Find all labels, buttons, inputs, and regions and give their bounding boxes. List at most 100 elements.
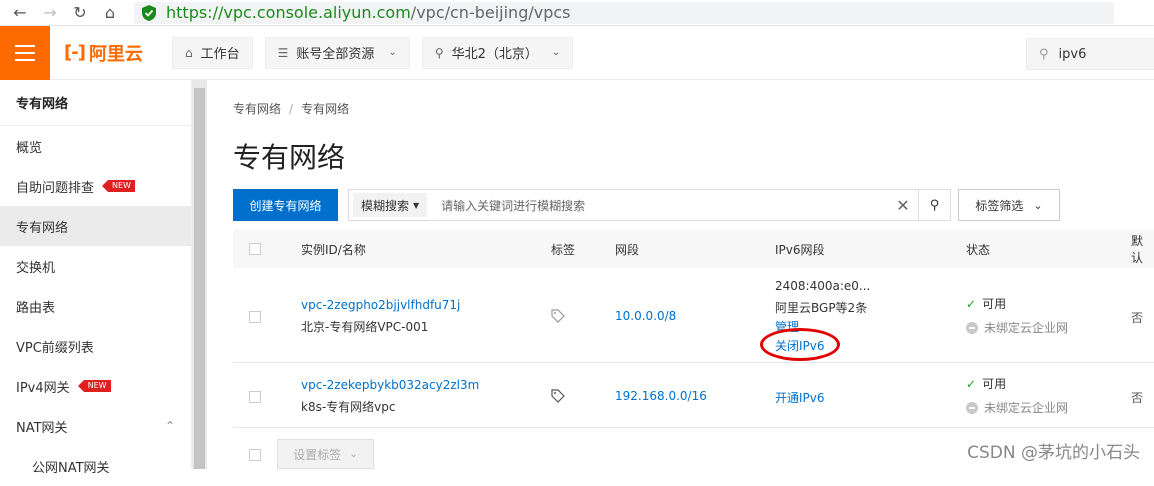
sidebar-scrollbar[interactable] — [192, 80, 207, 469]
browser-toolbar: ← → ↻ ⌂ https:// vpc.console.aliyun.com … — [0, 0, 1154, 26]
chevron-down-icon: ⌄ — [349, 449, 357, 460]
vpc-search: 模糊搜索 ▼ 请输入关键词进行模糊搜索 ✕ ⚲ — [348, 189, 951, 221]
sidebar-item-label: 概览 — [16, 137, 42, 156]
status: ✓可用 — [966, 295, 1006, 312]
sidebar-item-label: 自助问题排查 — [16, 177, 94, 196]
search-type-select[interactable]: 模糊搜索 ▼ — [353, 193, 427, 217]
table-header: 实例ID/名称 标签 网段 IPv6网段 状态 默认 — [233, 230, 1154, 268]
resources-dropdown[interactable]: ☰ 账号全部资源 ⌄ — [265, 37, 410, 69]
house-icon: ⌂ — [185, 46, 193, 60]
enable-ipv6-link[interactable]: 开通IPv6 — [775, 389, 825, 406]
minus-circle-icon — [966, 322, 978, 334]
cen-status: 未绑定云企业网 — [966, 319, 1068, 336]
sidebar-item-label: 路由表 — [16, 297, 55, 316]
minus-circle-icon — [966, 402, 978, 414]
location-pin-icon: ⚲ — [435, 46, 444, 60]
sidebar-item-label: 专有网络 — [16, 217, 68, 236]
check-icon: ✓ — [966, 297, 976, 311]
scrollbar-thumb[interactable] — [194, 88, 205, 469]
arrow-left-icon[interactable]: ← — [10, 3, 30, 23]
column-header: 实例ID/名称 — [301, 241, 366, 258]
column-header: IPv6网段 — [775, 241, 825, 258]
default-value: 否 — [1131, 389, 1143, 406]
workbench-label: 工作台 — [201, 43, 240, 62]
resources-label: 账号全部资源 — [296, 43, 374, 62]
url-path: /vpc/cn-beijing/vpcs — [411, 3, 571, 22]
table-row: vpc-2zegpho2bjjvlfhdfu71j 北京-专有网络VPC-001… — [233, 268, 1154, 363]
global-search-value: ipv6 — [1059, 47, 1087, 62]
sidebar-item-label: VPC前缀列表 — [16, 337, 94, 356]
chevron-down-icon: ⌄ — [1033, 199, 1042, 212]
vpc-name: 北京-专有网络VPC-001 — [301, 318, 428, 335]
footer-select-all-checkbox[interactable] — [249, 449, 261, 461]
vpc-id-link[interactable]: vpc-2zegpho2bjjvlfhdfu71j — [301, 298, 460, 312]
new-badge: NEW — [102, 180, 135, 192]
tag-icon[interactable] — [551, 389, 565, 406]
sidebar-item-ipv4-gateway[interactable]: IPv4网关 NEW — [0, 366, 191, 406]
highlight-circle — [760, 328, 840, 361]
column-header: 标签 — [551, 241, 575, 258]
page-title: 专有网络 — [233, 136, 345, 176]
breadcrumb-item: 专有网络 — [301, 102, 349, 116]
sidebar-item-label: IPv4网关 — [16, 377, 70, 396]
set-tags-button[interactable]: 设置标签 ⌄ — [277, 439, 374, 469]
sidebar-item-overview[interactable]: 概览 — [0, 126, 191, 166]
vpc-table: 实例ID/名称 标签 网段 IPv6网段 状态 默认 vpc-2zegpho2b… — [233, 230, 1154, 428]
cen-status: 未绑定云企业网 — [966, 399, 1068, 416]
set-tags-label: 设置标签 — [293, 446, 341, 463]
breadcrumb: 专有网络/专有网络 — [233, 100, 349, 117]
check-icon: ✓ — [966, 377, 976, 391]
table-row: vpc-2zekepbykb032acy2zl3m k8s-专有网络vpc 19… — [233, 363, 1154, 428]
sidebar-item-prefix-list[interactable]: VPC前缀列表 — [0, 326, 191, 366]
menu-icon[interactable] — [0, 26, 50, 80]
sidebar-item-troubleshoot[interactable]: 自助问题排查 NEW — [0, 166, 191, 206]
reload-icon[interactable]: ↻ — [70, 3, 90, 23]
create-vpc-button[interactable]: 创建专有网络 — [233, 189, 338, 221]
default-value: 否 — [1131, 309, 1143, 326]
sidebar-item-route-table[interactable]: 路由表 — [0, 286, 191, 326]
chevron-up-icon: ⌃ — [165, 419, 175, 433]
caret-down-icon: ▼ — [413, 201, 419, 210]
breadcrumb-item[interactable]: 专有网络 — [233, 102, 281, 116]
search-type-label: 模糊搜索 — [361, 197, 409, 214]
cidr-link[interactable]: 192.168.0.0/16 — [615, 389, 707, 403]
address-bar[interactable]: https:// vpc.console.aliyun.com /vpc/cn-… — [134, 2, 1114, 24]
list-icon: ☰ — [278, 46, 289, 60]
sidebar-item-public-nat[interactable]: 公网NAT网关 — [0, 446, 191, 486]
aliyun-logo[interactable]: [-] 阿里云 — [64, 40, 160, 66]
search-icon: ⚲ — [1039, 47, 1049, 62]
vpc-id-link[interactable]: vpc-2zekepbykb032acy2zl3m — [301, 378, 479, 392]
column-header: 网段 — [615, 241, 639, 258]
workbench-button[interactable]: ⌂ 工作台 — [172, 37, 253, 69]
region-label: 华北2（北京） — [452, 43, 538, 62]
main-content: 专有网络/专有网络 专有网络 创建专有网络 模糊搜索 ▼ 请输入关键词进行模糊搜索… — [207, 80, 1154, 469]
clear-icon[interactable]: ✕ — [888, 196, 918, 215]
select-all-checkbox[interactable] — [249, 243, 261, 255]
sidebar-item-vpc[interactable]: 专有网络 — [0, 206, 191, 246]
region-dropdown[interactable]: ⚲ 华北2（北京） ⌄ — [422, 37, 573, 69]
cidr-link[interactable]: 10.0.0.0/8 — [615, 309, 676, 323]
tag-filter-label: 标签筛选 — [975, 197, 1023, 214]
row-checkbox[interactable] — [249, 391, 261, 403]
sidebar-item-label: 公网NAT网关 — [32, 457, 110, 476]
search-icon[interactable]: ⚲ — [918, 190, 950, 220]
global-search-input[interactable]: ⚲ ipv6 — [1026, 38, 1154, 70]
sidebar: 专有网络 概览 自助问题排查 NEW 专有网络 交换机 路由表 VPC前缀列表 … — [0, 80, 192, 469]
tag-icon[interactable] — [551, 309, 565, 326]
url-host: vpc.console.aliyun.com — [223, 3, 410, 22]
sidebar-item-vswitch[interactable]: 交换机 — [0, 246, 191, 286]
watermark: CSDN @茅坑的小石头 — [967, 438, 1140, 463]
sidebar-item-nat-gateway[interactable]: NAT网关 ⌃ — [0, 406, 191, 446]
vpc-name: k8s-专有网络vpc — [301, 398, 395, 415]
column-header: 默认 — [1131, 232, 1154, 266]
ipv6-desc: 阿里云BGP等2条 — [775, 299, 867, 316]
row-checkbox[interactable] — [249, 311, 261, 323]
search-input[interactable]: 请输入关键词进行模糊搜索 — [441, 197, 888, 214]
chevron-down-icon: ⌄ — [552, 47, 560, 58]
arrow-right-icon[interactable]: → — [40, 3, 60, 23]
console-header: [-] 阿里云 ⌂ 工作台 ☰ 账号全部资源 ⌄ ⚲ 华北2（北京） ⌄ ⚲ i… — [0, 26, 1154, 80]
shield-check-icon — [142, 5, 156, 21]
ipv6-cidr: 2408:400a:e0... — [775, 279, 870, 293]
home-icon[interactable]: ⌂ — [100, 3, 120, 23]
tag-filter-button[interactable]: 标签筛选 ⌄ — [958, 189, 1060, 221]
